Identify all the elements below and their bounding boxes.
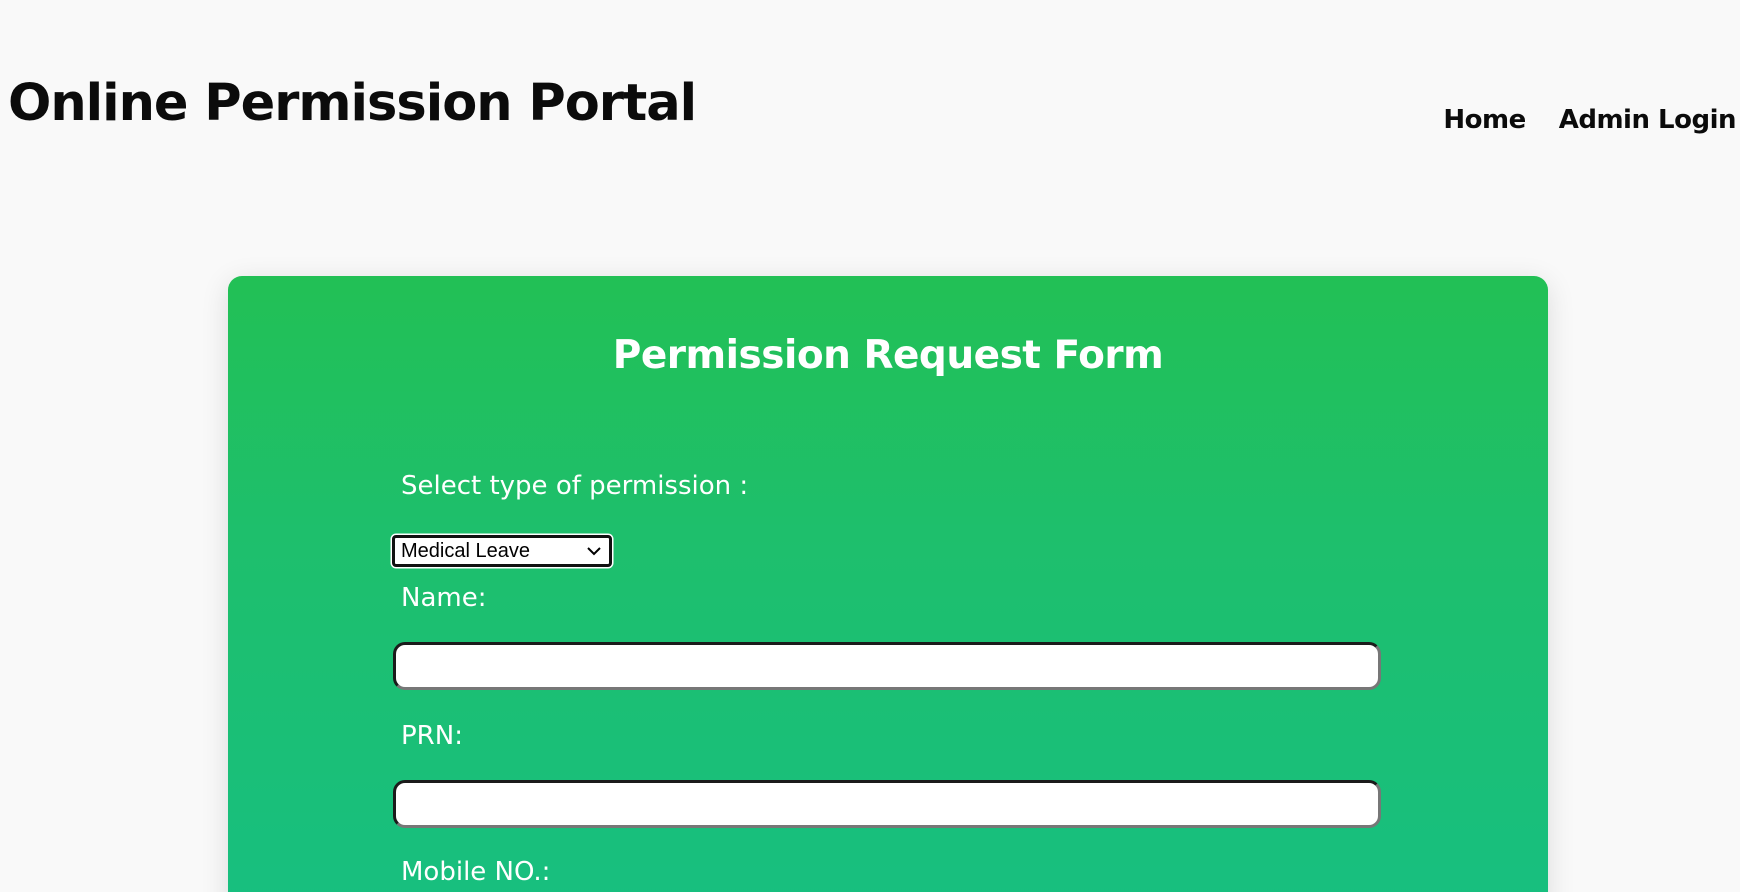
permission-type-label: Select type of permission : [401,471,749,501]
mobile-label: Mobile NO.: [401,857,551,887]
nav-admin-login-link[interactable]: Admin Login [1559,102,1737,138]
page: Online Permission Portal Home Admin Logi… [0,0,1740,892]
top-nav: Home Admin Login [1443,102,1736,138]
name-label: Name: [401,583,487,613]
name-input[interactable] [393,642,1381,690]
permission-type-selected-value: Medical Leave [401,539,530,562]
permission-form-card: Permission Request Form Select type of p… [228,276,1548,892]
nav-home-link[interactable]: Home [1443,102,1526,138]
prn-label: PRN: [401,721,463,751]
site-title: Online Permission Portal [8,74,697,133]
chevron-down-icon [587,544,601,558]
form-title: Permission Request Form [612,333,1164,378]
prn-input[interactable] [393,780,1381,828]
permission-type-select[interactable]: Medical Leave [392,535,612,567]
